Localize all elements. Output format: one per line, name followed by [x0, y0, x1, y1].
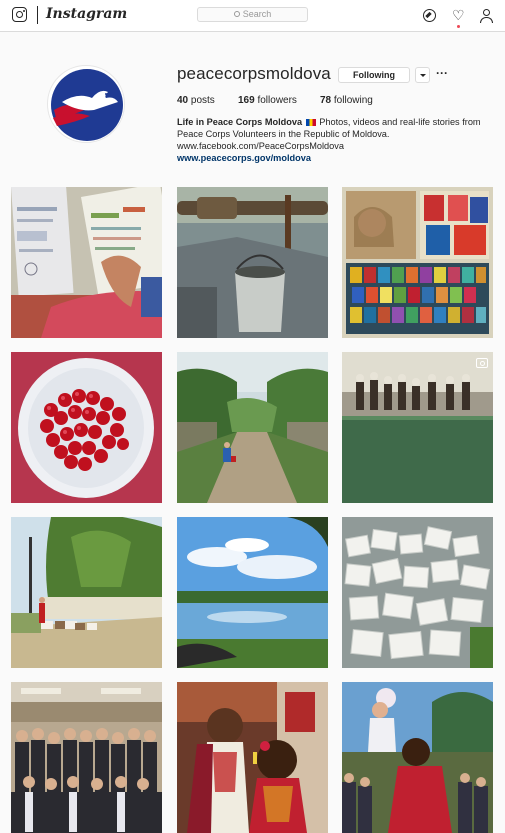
post-tile[interactable] — [11, 187, 162, 338]
notification-dot — [457, 25, 460, 28]
video-icon — [476, 358, 488, 368]
followers-label: followers — [257, 95, 297, 106]
moldova-flag-icon — [305, 119, 316, 126]
followers-count: 169 — [238, 95, 255, 106]
profile-avatar[interactable] — [47, 65, 125, 143]
posts-label: posts — [190, 95, 215, 106]
following-button[interactable]: Following — [338, 67, 410, 83]
compass-icon[interactable] — [423, 9, 436, 22]
instagram-wordmark[interactable]: Instagram — [46, 6, 127, 22]
bio-website-link[interactable]: www.peacecorps.gov/moldova — [177, 153, 311, 163]
profile-bio: Life in Peace Corps Moldova Photos, vide… — [177, 116, 497, 164]
bio-url-text: www.facebook.com/PeaceCorpsMoldova — [177, 141, 344, 151]
profile-username: peacecorpsmoldova — [177, 64, 331, 83]
following-stat[interactable]: 78 following — [320, 95, 373, 106]
posts-stat: 40 posts — [177, 95, 215, 106]
posts-count: 40 — [177, 95, 189, 106]
search-icon — [233, 11, 240, 17]
post-tile[interactable] — [11, 517, 162, 668]
search-input[interactable]: Search — [197, 7, 308, 22]
person-icon[interactable] — [480, 9, 493, 23]
post-tile[interactable] — [177, 517, 328, 668]
post-tile[interactable] — [342, 187, 493, 338]
post-tile[interactable] — [177, 682, 328, 833]
instagram-glyph-icon[interactable] — [12, 7, 27, 22]
following-label: following — [333, 95, 373, 106]
post-tile[interactable] — [342, 682, 493, 833]
more-options-button[interactable]: ··· — [436, 66, 448, 80]
post-tile[interactable] — [11, 352, 162, 503]
following-count: 78 — [320, 95, 332, 106]
post-tile[interactable] — [11, 682, 162, 833]
search-placeholder: Search — [242, 9, 272, 19]
post-tile[interactable] — [177, 352, 328, 503]
post-tile[interactable] — [342, 352, 493, 503]
post-tile[interactable] — [342, 517, 493, 668]
bio-name: Life in Peace Corps Moldova — [177, 117, 303, 127]
top-navigation-bar: Instagram Search ♡ — [0, 0, 505, 32]
followers-stat[interactable]: 169 followers — [238, 95, 297, 106]
heart-icon[interactable]: ♡ — [452, 8, 465, 22]
post-tile[interactable] — [177, 187, 328, 338]
logo-divider — [37, 6, 38, 24]
chevron-down-icon[interactable] — [415, 67, 430, 83]
